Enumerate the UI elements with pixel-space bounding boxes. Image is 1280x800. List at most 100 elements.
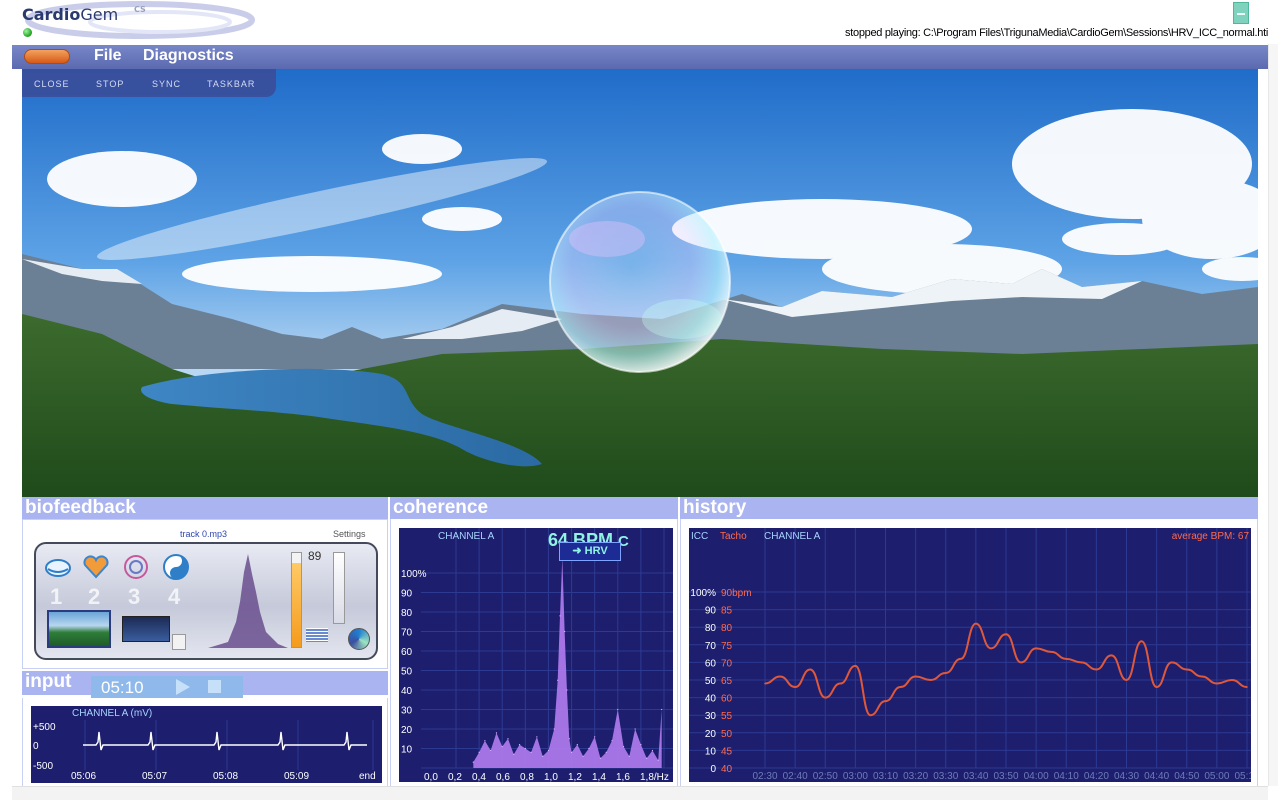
- coherence-point: [564, 630, 566, 633]
- cloud-icon[interactable]: [44, 553, 72, 581]
- sync-button[interactable]: SYNC: [152, 79, 181, 89]
- scene-switch-icon[interactable]: [348, 628, 370, 650]
- coherence-point: [628, 755, 630, 757]
- play-button[interactable]: [176, 679, 190, 695]
- coherence-y-tick: 70: [401, 628, 413, 639]
- ecg-x-tick: end: [359, 771, 376, 782]
- coherence-point: [599, 757, 602, 759]
- yin-yang-icon[interactable]: [162, 553, 190, 581]
- history-y-tick-pct: 0: [710, 764, 716, 775]
- coherence-point: [513, 753, 515, 755]
- coherence-point: [622, 745, 625, 748]
- history-point: [1170, 661, 1173, 664]
- menu-file[interactable]: File: [94, 47, 122, 65]
- taskbar-button[interactable]: TASKBAR: [207, 79, 255, 89]
- coherence-y-tick: 100%: [401, 569, 427, 580]
- ecg-channel-label: CHANNEL A (mV): [72, 708, 152, 719]
- coherence-point: [576, 744, 578, 746]
- ecg-x-tick: 05:09: [284, 771, 309, 782]
- hrv-button[interactable]: ➜ HRV: [559, 542, 621, 561]
- minimize-button[interactable]: [1233, 2, 1249, 24]
- history-point: [914, 675, 917, 678]
- history-point: [854, 665, 857, 667]
- history-y-tick-bpm: 40: [721, 764, 733, 775]
- coherence-point: [507, 738, 509, 740]
- speaker-icon[interactable]: [172, 634, 186, 650]
- title-bar: CardioGem CS stopped playing: C:\Program…: [0, 0, 1280, 44]
- ecg-chart: CHANNEL A (mV) +500 0 -500 05:06 05:07 05:08 05…: [31, 706, 382, 783]
- coherence-point: [651, 749, 654, 752]
- history-x-tick: 03:40: [963, 771, 988, 782]
- history-x-tick: 03:00: [843, 771, 868, 782]
- history-panel: ICC Tacho CHANNEL A average BPM: 67 100% 90 80…: [680, 519, 1258, 786]
- coherence-x-tick: 0,0: [424, 772, 438, 782]
- close-button[interactable]: CLOSE: [34, 79, 70, 89]
- coherence-y-tick: 60: [401, 647, 413, 658]
- coherence-point: [472, 761, 474, 763]
- coherence-point: [605, 751, 607, 753]
- ecg-x-tick: 05:07: [142, 771, 167, 782]
- history-x-tick: 04:10: [1054, 771, 1079, 782]
- history-point: [975, 622, 977, 625]
- track-label[interactable]: track 0.mp3: [180, 529, 227, 539]
- mandala-icon[interactable]: [122, 553, 150, 581]
- menu-diagnostics[interactable]: Diagnostics: [143, 47, 234, 65]
- history-channel-label: CHANNEL A: [764, 531, 821, 542]
- history-y-tick-bpm: 45: [721, 746, 733, 757]
- history-y-tick-bpm: 50: [721, 729, 733, 740]
- history-point: [1201, 675, 1203, 678]
- heart-icon[interactable]: [82, 553, 110, 581]
- history-y-tick-pct: 100%: [690, 588, 716, 599]
- history-y-tick-bpm: 75: [721, 641, 733, 652]
- history-y-tick-pct: 50: [705, 676, 717, 687]
- history-point: [1110, 654, 1113, 657]
- screen-thumbnail[interactable]: [122, 616, 170, 642]
- app-name-suffix: CS: [134, 5, 146, 14]
- player-time: 05:10: [101, 678, 144, 697]
- volume-meter[interactable]: [333, 552, 345, 624]
- coherence-point: [661, 708, 663, 711]
- history-x-tick: 05:00: [1204, 771, 1229, 782]
- history-y-tick-pct: 10: [705, 746, 717, 757]
- coherence-x-tick: 0,4: [472, 772, 486, 782]
- history-x-tick: 04:40: [1144, 771, 1169, 782]
- history-point: [960, 658, 962, 660]
- slot-number-4: 4: [168, 584, 181, 609]
- history-y-tick-bpm: 90bpm: [721, 588, 752, 599]
- coherence-x-tick: 0,6: [496, 772, 510, 782]
- history-point: [809, 668, 811, 671]
- player-stop-button[interactable]: [208, 680, 221, 693]
- coherence-y-tick: 30: [401, 706, 413, 717]
- history-point: [1005, 633, 1007, 636]
- settings-link[interactable]: Settings: [333, 529, 366, 539]
- window-edge: [1268, 44, 1278, 786]
- history-x-tick: 02:50: [813, 771, 838, 782]
- ecg-y-tick: 0: [33, 741, 39, 752]
- coherence-x-tick: 1,4: [592, 772, 606, 782]
- menu-bar: File Diagnostics: [12, 45, 1268, 69]
- status-line: stopped playing: C:\Program Files\Trigun…: [845, 27, 1268, 39]
- history-point: [1216, 682, 1218, 685]
- scene-thumbnail[interactable]: [47, 610, 111, 648]
- coherence-point: [657, 759, 659, 761]
- app-name-bold: Cardio: [22, 5, 81, 24]
- coherence-point: [594, 736, 596, 738]
- history-y-tick-pct: 30: [705, 711, 717, 722]
- coherence-point: [501, 745, 503, 748]
- history-point: [1035, 647, 1037, 650]
- main-menu-button[interactable]: [24, 49, 70, 64]
- history-point: [1125, 679, 1128, 681]
- coherence-channel-label: CHANNEL A: [438, 531, 495, 542]
- coherence-point: [570, 751, 573, 753]
- ecg-x-tick: 05:08: [213, 771, 238, 782]
- coherence-point: [588, 747, 590, 750]
- stop-button[interactable]: STOP: [96, 79, 124, 89]
- coherence-point: [557, 679, 559, 681]
- history-tab-tacho: Tacho: [720, 531, 747, 542]
- level-meter-fill: [292, 563, 301, 647]
- history-x-tick: 03:20: [903, 771, 928, 782]
- ecg-y-tick: -500: [33, 761, 53, 772]
- history-point: [764, 682, 766, 685]
- coherence-y-tick: 80: [401, 608, 413, 619]
- coherence-x-tick: 1,0: [544, 772, 558, 782]
